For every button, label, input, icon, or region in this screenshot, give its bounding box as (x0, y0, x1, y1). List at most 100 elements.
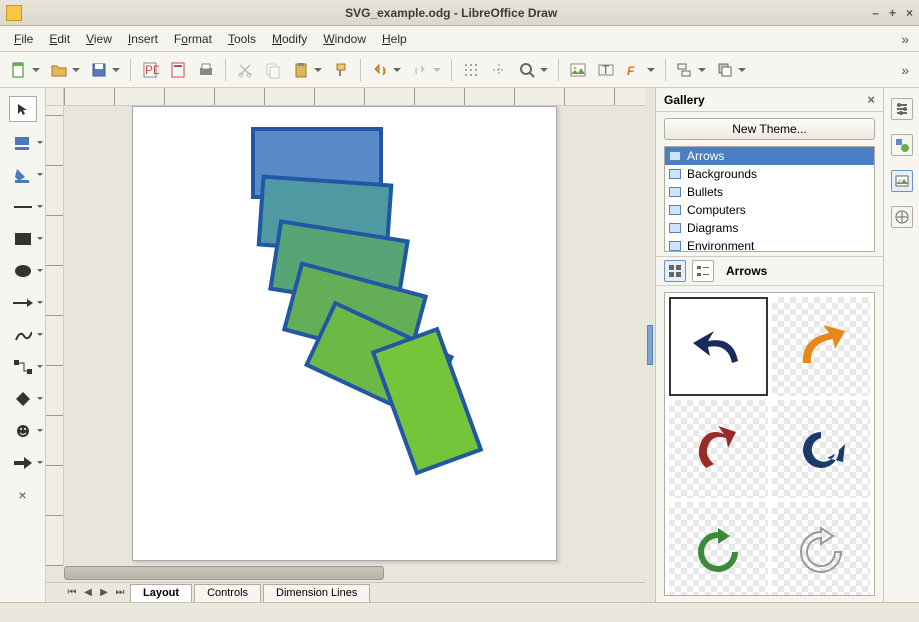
window-title: SVG_example.odg - LibreOffice Draw (30, 6, 872, 20)
toolbox-overflow[interactable]: × (9, 484, 37, 506)
new-theme-button[interactable]: New Theme... (664, 118, 875, 140)
save-button[interactable] (86, 57, 112, 83)
theme-icon (669, 241, 681, 251)
gallery-close-icon[interactable]: × (867, 92, 875, 107)
copy-button[interactable] (260, 57, 286, 83)
menubar-overflow[interactable]: » (897, 31, 913, 47)
symbol-shapes-tool[interactable] (9, 420, 37, 442)
line-tool[interactable] (9, 196, 37, 218)
menu-insert[interactable]: Insert (120, 29, 166, 49)
sidebar-shapes-icon[interactable] (891, 134, 913, 156)
menu-file[interactable]: File (6, 29, 41, 49)
line-ends-tool[interactable] (9, 292, 37, 314)
paste-button[interactable] (288, 57, 314, 83)
insert-image-button[interactable] (565, 57, 591, 83)
sidebar-properties-icon[interactable] (891, 98, 913, 120)
panel-collapse-grip[interactable] (645, 88, 655, 602)
menu-format[interactable]: Format (166, 29, 220, 49)
tab-nav-last[interactable]: ⏭ (112, 585, 128, 601)
theme-label: Arrows (687, 149, 724, 163)
theme-item[interactable]: Computers (665, 201, 874, 219)
clone-format-button[interactable] (328, 57, 354, 83)
grid-button[interactable] (458, 57, 484, 83)
canvas-viewport[interactable] (64, 106, 645, 566)
arrow-shapes-tool[interactable] (9, 452, 37, 474)
fontwork-button[interactable]: F (621, 57, 647, 83)
ellipse-tool[interactable] (9, 260, 37, 282)
app-icon (6, 5, 22, 21)
tabbar: ⏮ ◀ ▶ ⏭ Layout Controls Dimension Lines (46, 582, 645, 602)
arrange-button[interactable] (712, 57, 738, 83)
print-directly-button[interactable] (165, 57, 191, 83)
theme-item[interactable]: Environment (665, 237, 874, 252)
menubar: File Edit View Insert Format Tools Modif… (0, 26, 919, 52)
gallery-thumbnails (664, 292, 875, 596)
theme-item[interactable]: Diagrams (665, 219, 874, 237)
helplines-button[interactable] (486, 57, 512, 83)
gallery-panel: Gallery × New Theme... ArrowsBackgrounds… (655, 88, 883, 602)
standard-toolbar: PDF T F » (0, 52, 919, 88)
gallery-detail-view-button[interactable] (692, 260, 714, 282)
theme-item[interactable]: Bullets (665, 183, 874, 201)
connector-tool[interactable] (9, 356, 37, 378)
maximize-button[interactable]: + (889, 6, 896, 20)
menu-edit[interactable]: Edit (41, 29, 78, 49)
menu-tools[interactable]: Tools (220, 29, 264, 49)
ruler-horizontal[interactable] (64, 88, 645, 106)
theme-icon (669, 223, 681, 233)
drawing-page[interactable] (132, 106, 557, 561)
align-button[interactable] (672, 57, 698, 83)
canvas-area: ⏮ ◀ ▶ ⏭ Layout Controls Dimension Lines (46, 88, 645, 602)
redo-button[interactable] (407, 57, 433, 83)
menu-modify[interactable]: Modify (264, 29, 315, 49)
basic-shapes-tool[interactable] (9, 388, 37, 410)
tab-nav-prev[interactable]: ◀ (80, 585, 96, 601)
gallery-item[interactable] (772, 502, 871, 596)
undo-button[interactable] (367, 57, 393, 83)
select-tool[interactable] (9, 96, 37, 122)
theme-label: Computers (687, 203, 746, 217)
curve-tool[interactable] (9, 324, 37, 346)
tab-controls[interactable]: Controls (194, 584, 261, 602)
theme-label: Backgrounds (687, 167, 757, 181)
theme-icon (669, 169, 681, 179)
close-button[interactable]: × (906, 6, 913, 20)
theme-item[interactable]: Backgrounds (665, 165, 874, 183)
sidebar-gallery-icon[interactable] (891, 170, 913, 192)
fill-color-tool[interactable] (9, 164, 37, 186)
menu-help[interactable]: Help (374, 29, 415, 49)
theme-icon (669, 205, 681, 215)
gallery-icon-view-button[interactable] (664, 260, 686, 282)
zoom-button[interactable] (514, 57, 540, 83)
tab-nav-first[interactable]: ⏮ (64, 585, 80, 601)
menu-window[interactable]: Window (315, 29, 374, 49)
cut-button[interactable] (232, 57, 258, 83)
theme-list[interactable]: Arrows Backgrounds Bullets Computers Diagram… (664, 146, 875, 252)
insert-textbox-button[interactable]: T (593, 57, 619, 83)
tab-layout[interactable]: Layout (130, 584, 192, 602)
gallery-item[interactable] (669, 297, 768, 396)
gallery-item[interactable] (669, 400, 768, 499)
theme-item[interactable]: Arrows (665, 147, 874, 165)
theme-label: Bullets (687, 185, 723, 199)
theme-icon (669, 187, 681, 197)
horizontal-scrollbar[interactable] (46, 566, 645, 582)
print-button[interactable] (193, 57, 219, 83)
line-color-tool[interactable] (9, 132, 37, 154)
ruler-vertical[interactable] (46, 106, 64, 566)
minimize-button[interactable]: – (872, 6, 879, 20)
toolbar-overflow[interactable]: » (897, 62, 913, 78)
rectangle-tool[interactable] (9, 228, 37, 250)
menu-view[interactable]: View (78, 29, 120, 49)
gallery-item[interactable] (772, 297, 871, 396)
ruler-corner (46, 88, 64, 106)
new-button[interactable] (6, 57, 32, 83)
gallery-item[interactable] (669, 502, 768, 596)
sidebar-navigator-icon[interactable] (891, 206, 913, 228)
theme-label: Diagrams (687, 221, 738, 235)
open-button[interactable] (46, 57, 72, 83)
export-pdf-button[interactable]: PDF (137, 57, 163, 83)
tab-nav-next[interactable]: ▶ (96, 585, 112, 601)
gallery-item[interactable] (772, 400, 871, 499)
tab-dimension[interactable]: Dimension Lines (263, 584, 370, 602)
